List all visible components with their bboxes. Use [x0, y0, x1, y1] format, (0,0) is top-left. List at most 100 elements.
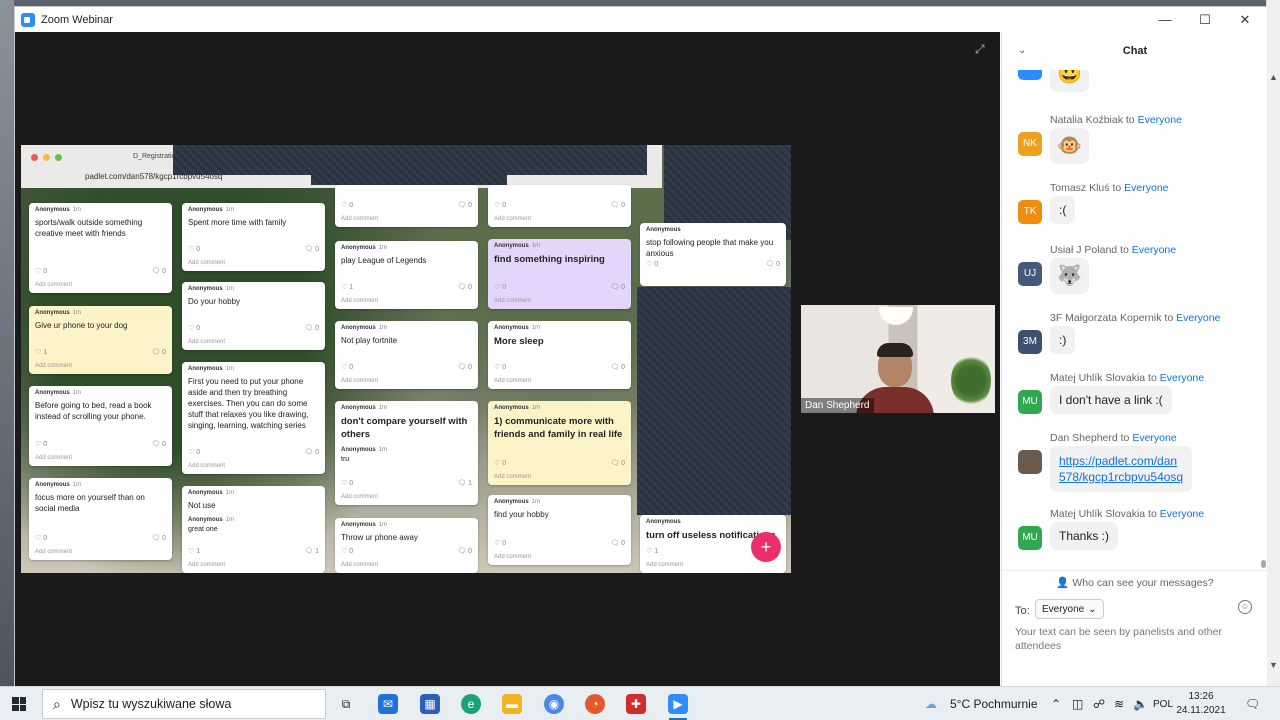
- padlet-card[interactable]: Anonymous 1m sports/walk outside something…: [29, 203, 172, 293]
- like-count[interactable]: ♡ 0: [494, 201, 506, 209]
- comment-count[interactable]: 🗨 0: [151, 440, 166, 448]
- like-count[interactable]: ♡ 1: [341, 283, 353, 291]
- comment-count[interactable]: 🗨 0: [304, 324, 319, 332]
- add-comment-link[interactable]: Add comment: [494, 216, 531, 222]
- add-post-button[interactable]: +: [751, 532, 781, 562]
- add-comment-link[interactable]: Add comment: [494, 298, 531, 304]
- comment-count[interactable]: 🗨 0: [457, 547, 472, 555]
- comment-count[interactable]: 🗨 0: [151, 534, 166, 542]
- padlet-card[interactable]: Anonymous 1m Do your hobby ♡ 0 🗨 0 Add commen…: [182, 282, 325, 350]
- add-comment-link[interactable]: Add comment: [188, 562, 225, 568]
- padlet-card[interactable]: Anonymous 1m Not play fortnite ♡ 0 🗨 0 Add co…: [335, 321, 478, 389]
- comment-count[interactable]: 🗨 0: [457, 201, 472, 209]
- like-count[interactable]: ♡ 0: [494, 539, 506, 547]
- add-comment-link[interactable]: Add comment: [341, 298, 378, 304]
- comment-count[interactable]: 🗨 1: [304, 547, 319, 555]
- comment-count[interactable]: 🗨 0: [610, 283, 625, 291]
- message-recipient[interactable]: Everyone: [1176, 312, 1220, 324]
- padlet-card[interactable]: Anonymous 1m find your hobby ♡ 0 🗨 0 Add comm…: [488, 495, 631, 565]
- padlet-card[interactable]: Anonymous 1m don't compare yourself with o…: [335, 401, 478, 505]
- padlet-card[interactable]: Anonymous 1m play League of Legends ♡ 1 🗨 0 A…: [335, 241, 478, 309]
- add-comment-link[interactable]: Add comment: [494, 474, 531, 480]
- padlet-card[interactable]: Anonymous 1m 1) communicate more with frie…: [488, 401, 631, 485]
- comment-count[interactable]: 🗨 0: [457, 363, 472, 371]
- like-count[interactable]: ♡ 0: [35, 440, 47, 448]
- add-comment-link[interactable]: Add comment: [35, 549, 72, 555]
- wifi-icon[interactable]: ≋: [1114, 697, 1124, 711]
- add-comment-link[interactable]: Add comment: [341, 562, 378, 568]
- comment-count[interactable]: 🗨 0: [610, 201, 625, 209]
- like-count[interactable]: ♡ 0: [494, 459, 506, 467]
- like-count[interactable]: ♡ 0: [341, 201, 353, 209]
- like-count[interactable]: ♡ 0: [341, 363, 353, 371]
- file-explorer-icon[interactable]: ▬: [502, 694, 522, 714]
- comment-count[interactable]: 🗨 0: [151, 267, 166, 275]
- like-count[interactable]: ♡ 1: [646, 547, 658, 555]
- chevron-up-icon[interactable]: ⌃: [1051, 697, 1061, 711]
- comment-count[interactable]: 🗨 0: [610, 539, 625, 547]
- like-count[interactable]: ♡ 1: [188, 547, 200, 555]
- padlet-card[interactable]: Anonymous 1m find something inspiring ♡ 0 🗨 …: [488, 239, 631, 309]
- like-count[interactable]: ♡ 0: [35, 267, 47, 275]
- windows-start-icon[interactable]: [12, 697, 26, 711]
- like-count[interactable]: ♡ 0: [341, 479, 353, 487]
- comment-count[interactable]: 🗨 0: [304, 448, 319, 456]
- padlet-card[interactable]: Anonymous 1m Throw ur phone away ♡ 0 🗨 0 Add …: [335, 518, 478, 573]
- minimize-button[interactable]: —: [1145, 7, 1185, 32]
- comment-count[interactable]: 🗨 0: [304, 245, 319, 253]
- weather-text[interactable]: 5°C Pochmurnie: [950, 697, 1038, 711]
- comment-count[interactable]: 🗨 0: [610, 459, 625, 467]
- like-count[interactable]: ♡ 0: [494, 283, 506, 291]
- add-comment-link[interactable]: Add comment: [188, 260, 225, 266]
- zoom-taskbar-icon[interactable]: ▶: [668, 694, 688, 714]
- padlet-card[interactable]: Anonymous 1m More sleep ♡ 0 🗨 0 Add comment: [488, 321, 631, 389]
- mail-icon[interactable]: ✉: [378, 694, 398, 714]
- message-recipient[interactable]: Everyone: [1160, 372, 1204, 384]
- add-comment-link[interactable]: Add comment: [341, 494, 378, 500]
- message-recipient[interactable]: Everyone: [1132, 244, 1176, 256]
- like-count[interactable]: ♡ 0: [646, 260, 658, 268]
- chrome-icon[interactable]: ◉: [544, 694, 564, 714]
- gift-icon[interactable]: ✚: [626, 694, 646, 714]
- comment-count[interactable]: 🗨 0: [457, 283, 472, 291]
- taskbar-search[interactable]: ⌕ Wpisz tu wyszukiwane słowa: [42, 689, 326, 719]
- desktop-scrollbar[interactable]: ▲ ▼: [1266, 0, 1280, 686]
- chat-input[interactable]: Your text can be seen by panelists and o…: [1015, 625, 1245, 653]
- emoji-icon[interactable]: ☺: [1238, 600, 1252, 614]
- padlet-card[interactable]: Anonymous 1m First you need to put your ph…: [182, 362, 325, 474]
- recipient-select[interactable]: Everyone ⌄: [1035, 599, 1104, 619]
- store-icon[interactable]: ▦: [420, 694, 440, 714]
- add-comment-link[interactable]: Add comment: [35, 363, 72, 369]
- padlet-card[interactable]: Anonymous 1m Spent more time with family ♡ …: [182, 203, 325, 271]
- who-can-see-link[interactable]: 👤 Who can see your messages?: [1002, 570, 1268, 589]
- add-comment-link[interactable]: Add comment: [188, 339, 225, 345]
- tray-app-icon[interactable]: ◫: [1072, 697, 1083, 711]
- message-recipient[interactable]: Everyone: [1138, 114, 1182, 126]
- add-comment-link[interactable]: Add comment: [188, 463, 225, 469]
- like-count[interactable]: ♡ 0: [188, 324, 200, 332]
- comment-count[interactable]: 🗨 0: [765, 260, 780, 268]
- add-comment-link[interactable]: Add comment: [341, 378, 378, 384]
- add-comment-link[interactable]: Add comment: [494, 378, 531, 384]
- comment-count[interactable]: 🗨 1: [457, 479, 472, 487]
- add-comment-link[interactable]: Add comment: [646, 562, 683, 568]
- scroll-up-arrow-icon[interactable]: ▲: [1269, 72, 1278, 82]
- padlet-card[interactable]: Anonymous stop following people that make…: [640, 223, 786, 286]
- maximize-button[interactable]: ☐: [1185, 7, 1225, 32]
- padlet-card[interactable]: Anonymous 1m Not use Anonymous 1m great one ♡ …: [182, 486, 325, 573]
- message-recipient[interactable]: Everyone: [1132, 432, 1176, 444]
- padlet-card[interactable]: ♡ 0 🗨 0 Add comment: [488, 185, 631, 227]
- volume-icon[interactable]: 🔈: [1133, 697, 1148, 711]
- padlet-card[interactable]: Anonymous 1m Before going to bed, read a b…: [29, 386, 172, 466]
- message-link[interactable]: https://padlet.com/dan 578/kgcp1rcbpvu54o…: [1059, 454, 1183, 484]
- padlet-card[interactable]: ♡ 0 🗨 0 Add comment: [335, 185, 478, 227]
- add-comment-link[interactable]: Add comment: [35, 282, 72, 288]
- notifications-icon[interactable]: 🗨: [1245, 697, 1260, 711]
- task-view-icon[interactable]: ⧉: [336, 694, 356, 714]
- padlet-card[interactable]: Anonymous 1m Give ur phone to your dog ♡ 1 🗨…: [29, 306, 172, 374]
- close-button[interactable]: ✕: [1225, 7, 1265, 32]
- message-recipient[interactable]: Everyone: [1124, 182, 1168, 194]
- system-clock[interactable]: 13:26 24.11.2021: [1170, 690, 1232, 718]
- like-count[interactable]: ♡ 0: [341, 547, 353, 555]
- expand-icon[interactable]: ⤢: [975, 42, 989, 56]
